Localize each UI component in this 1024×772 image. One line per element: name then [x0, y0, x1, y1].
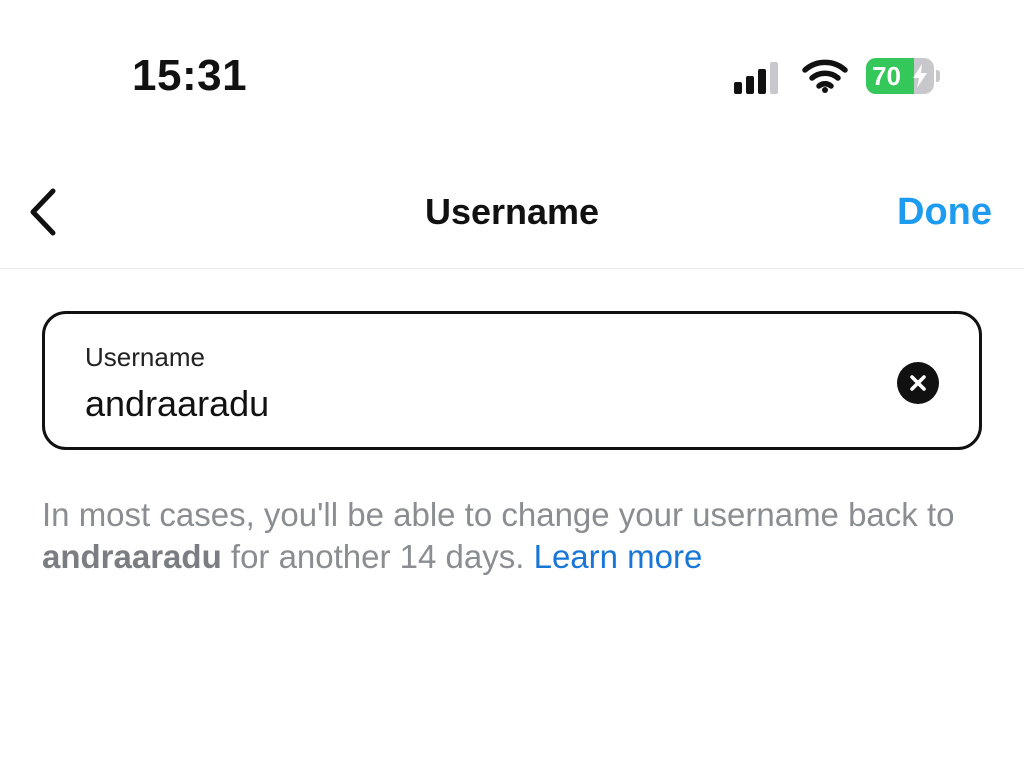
nav-divider: [0, 268, 1024, 269]
battery-body: 70: [866, 58, 934, 94]
signal-icon: [734, 62, 778, 94]
username-field-label: Username: [85, 342, 205, 372]
battery-tip: [936, 70, 940, 82]
clear-icon: [910, 375, 926, 391]
wifi-icon: [802, 59, 848, 93]
status-time: 15:31: [132, 51, 248, 100]
username-field[interactable]: Username andraaradu: [42, 311, 982, 450]
learn-more-link[interactable]: Learn more: [534, 538, 703, 575]
battery-icon: 70: [866, 58, 940, 94]
page-title: Username: [424, 191, 600, 232]
username-input[interactable]: andraaradu: [85, 382, 269, 426]
battery-percent: 70: [872, 61, 901, 91]
helper-text-before: In most cases, you'll be able to change …: [42, 496, 955, 533]
done-button[interactable]: Done: [897, 190, 992, 234]
bolt-icon: [913, 64, 927, 88]
helper-username: andraaradu: [42, 538, 222, 575]
helper-text-after: for another 14 days.: [221, 538, 534, 575]
username-settings-screen: 15:31 70 Username Done Username andraara…: [0, 0, 1024, 772]
clear-button[interactable]: [897, 362, 939, 404]
helper-text: In most cases, you'll be able to change …: [42, 494, 982, 578]
